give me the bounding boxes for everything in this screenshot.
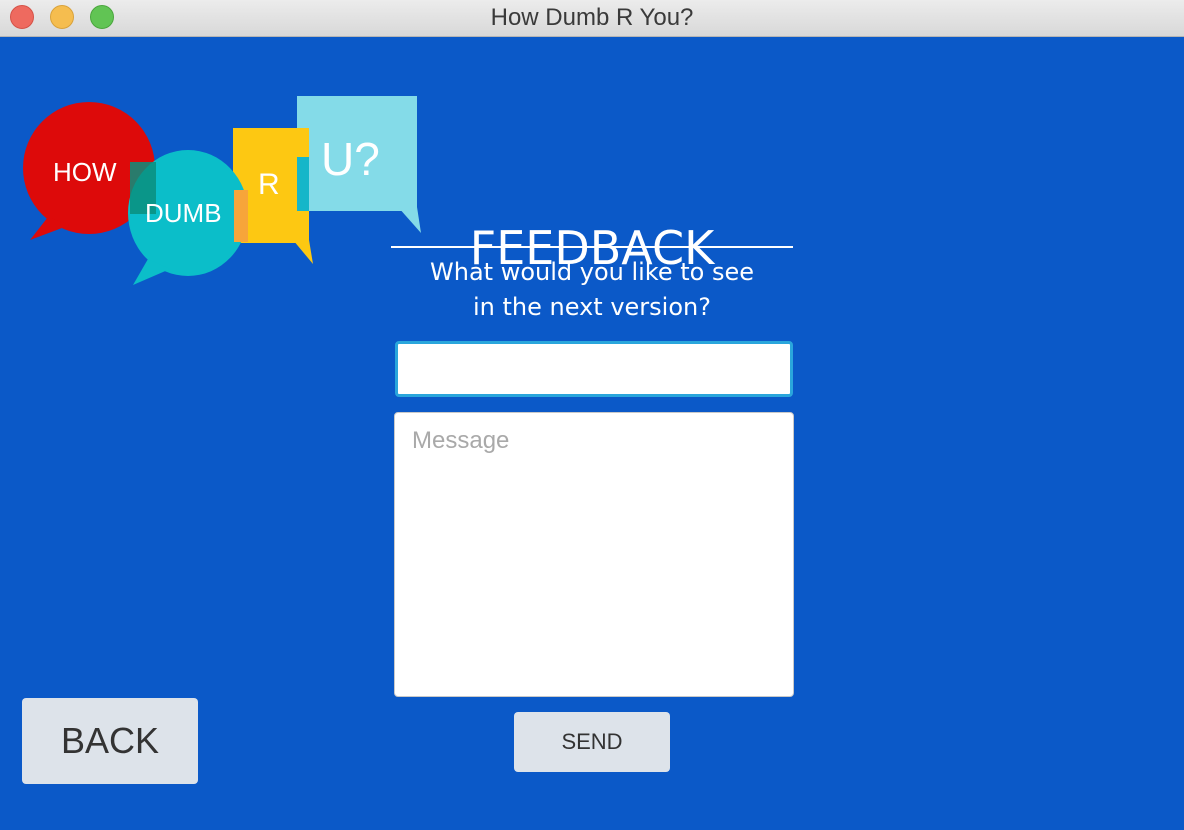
main-content: HOW DUMB R U? FEEDBACK What would you li…: [0, 37, 1184, 830]
send-button[interactable]: SEND: [514, 712, 670, 772]
message-textarea[interactable]: [394, 412, 794, 697]
feedback-prompt: What would you like to see in the next v…: [391, 255, 793, 325]
logo-word-dumb: DUMB: [145, 198, 222, 228]
logo-word-how: HOW: [53, 157, 117, 187]
logo-r-overlap: [297, 157, 309, 211]
feedback-prompt-line-1: What would you like to see: [430, 258, 754, 286]
window-title: How Dumb R You?: [490, 4, 694, 31]
logo-r-edge: [234, 190, 248, 242]
feedback-title-input[interactable]: [395, 341, 793, 397]
logo-r-tail: [293, 240, 313, 264]
window-titlebar: How Dumb R You?: [0, 0, 1184, 37]
back-button[interactable]: BACK: [22, 698, 198, 784]
logo-word-u: U?: [321, 133, 380, 185]
logo-word-r: R: [258, 168, 280, 201]
feedback-prompt-line-2: in the next version?: [473, 293, 711, 321]
app-logo: HOW DUMB R U?: [23, 96, 421, 285]
title-divider: [391, 246, 793, 248]
